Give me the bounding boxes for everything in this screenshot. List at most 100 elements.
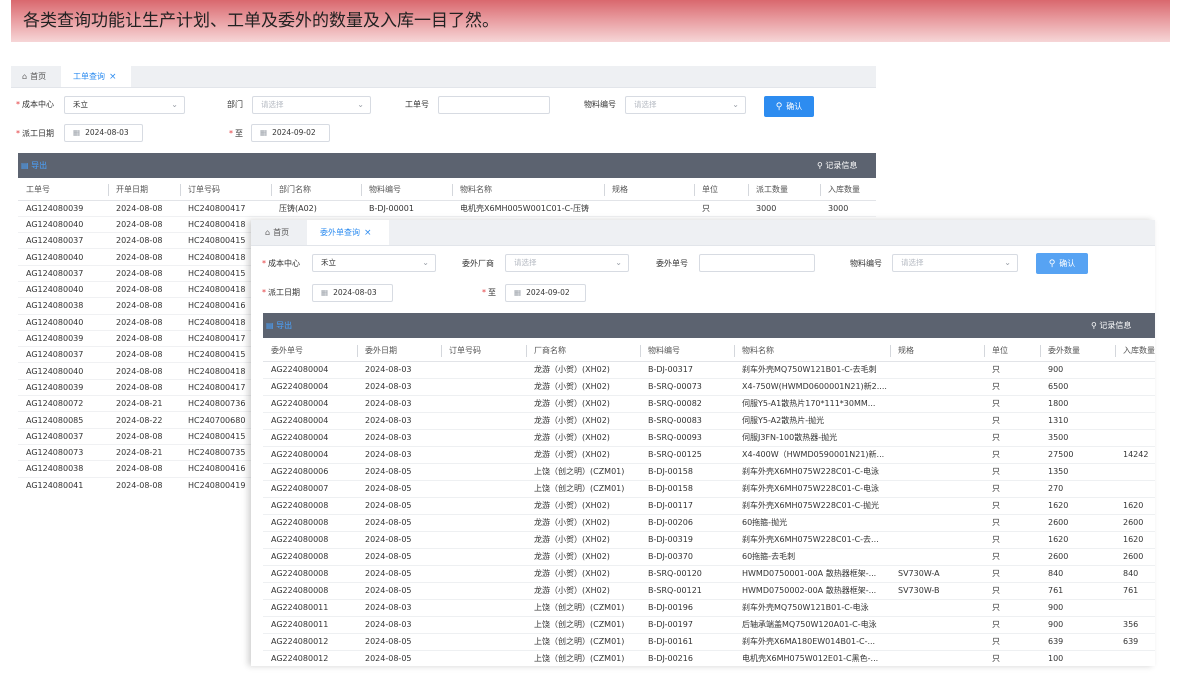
table-cell: 上饶（创之明）(CZM01) — [534, 654, 625, 663]
table-cell — [441, 480, 526, 497]
confirm-button[interactable]: ⚲ 确认 — [1036, 253, 1088, 274]
record-info-button[interactable]: ⚲ 记录信息 — [817, 153, 857, 178]
table-cell: 龙游（小贺）(XH02) — [534, 433, 610, 442]
column-header[interactable]: 入库数量 — [1115, 341, 1155, 362]
table-row[interactable]: AG224080008 2024-08-05 龙游（小贺）(XH02) B-DJ-00… — [263, 531, 1155, 548]
grid-toolbar: ▤ 导出 ⚲ 记录信息 — [263, 313, 1155, 338]
table-row[interactable]: AG224080012 2024-08-05 上饶（创之明）(CZM01) B-DJ-… — [263, 633, 1155, 650]
table-row[interactable]: AG224080011 2024-08-03 上饶（创之明）(CZM01) B-DJ-… — [263, 616, 1155, 633]
cost-center-select[interactable]: 禾立 ⌄ — [312, 254, 436, 272]
table-cell: 龙游（小贺）(XH02) — [534, 365, 610, 374]
table-cell: AG224080011 — [271, 603, 329, 612]
tab-outsource-order-query[interactable]: 委外单查询 × — [307, 220, 389, 245]
table-row[interactable]: AG224080004 2024-08-03 龙游（小贺）(XH02) B-SRQ-0… — [263, 446, 1155, 463]
table-row[interactable]: AG124080039 2024-08-08 HC240800417 压铸(A02) B… — [18, 200, 876, 217]
tab-home[interactable]: ⌂ 首页 — [17, 66, 63, 87]
table-cell: 2024-08-05 — [365, 535, 412, 544]
table-cell: 伺服J3FN-100散热器-抛光 — [742, 433, 838, 442]
material-select[interactable]: 请选择 ⌄ — [625, 96, 746, 114]
date-to-input[interactable]: ▦ 2024-09-02 — [251, 124, 330, 142]
column-header[interactable]: 工单号 — [18, 180, 108, 201]
table-row[interactable]: AG224080008 2024-08-05 龙游（小贺）(XH02) B-DJ-00… — [263, 497, 1155, 514]
column-header[interactable]: 规格 — [890, 341, 984, 362]
column-header[interactable]: 入库数量 — [820, 180, 876, 201]
column-header[interactable]: 物料名称 — [452, 180, 604, 201]
column-header[interactable]: 委外数量 — [1040, 341, 1115, 362]
outsource-order-no-input[interactable] — [699, 254, 815, 272]
export-button[interactable]: ▤ 导出 — [266, 313, 292, 338]
column-header[interactable]: 规格 — [604, 180, 694, 201]
table-cell: 1620 — [1048, 535, 1069, 544]
tab-home[interactable]: ⌂ 首页 — [257, 220, 307, 245]
table-cell — [1115, 361, 1155, 378]
record-info-button[interactable]: ⚲ 记录信息 — [1091, 313, 1131, 338]
table-cell: AG224080008 — [271, 501, 329, 510]
table-row[interactable]: AG224080008 2024-08-05 龙游（小贺）(XH02) B-DJ-00… — [263, 548, 1155, 565]
table-row[interactable]: AG224080004 2024-08-03 龙游（小贺）(XH02) B-SRQ-0… — [263, 378, 1155, 395]
table-cell: AG224080008 — [271, 535, 329, 544]
table-cell: AG124080073 — [26, 448, 84, 458]
outsource-order-table: 委外单号 委外日期 订单号码 厂商名称 物料编号 物料名称 规格 单位 委外数量 入库数量 AG2… — [263, 341, 1155, 666]
calendar-icon: ▦ — [321, 288, 329, 297]
confirm-button[interactable]: ⚲ 确认 — [764, 96, 814, 117]
table-cell: 270 — [1048, 484, 1064, 493]
table-row[interactable]: AG224080008 2024-08-05 龙游（小贺）(XH02) B-DJ-00… — [263, 514, 1155, 531]
material-select[interactable]: 请选择 ⌄ — [892, 254, 1018, 272]
table-row[interactable]: AG224080011 2024-08-03 上饶（创之明）(CZM01) B-DJ-… — [263, 599, 1155, 616]
table-cell: 2024-08-08 — [116, 382, 163, 392]
table-cell — [441, 599, 526, 616]
table-cell: 2600 — [1123, 552, 1144, 561]
table-cell — [890, 395, 984, 412]
table-cell: 刹车外壳X6MA180EW014B01-C-... — [742, 637, 876, 646]
table-cell: 压铸(A02) — [279, 203, 317, 213]
cost-center-select[interactable]: 禾立 ⌄ — [64, 96, 185, 114]
column-header[interactable]: 开单日期 — [108, 180, 180, 201]
column-header[interactable]: 厂商名称 — [526, 341, 640, 362]
table-row[interactable]: AG224080007 2024-08-05 上饶（创之明）(CZM01) B-DJ-… — [263, 480, 1155, 497]
column-header[interactable]: 委外单号 — [263, 341, 357, 362]
table-row[interactable]: AG224080006 2024-08-05 上饶（创之明）(CZM01) B-DJ-… — [263, 463, 1155, 480]
column-header[interactable]: 物料编号 — [640, 341, 734, 362]
table-cell — [1115, 463, 1155, 480]
table-cell: 刹车外壳X6MH075W228C01-C-去... — [742, 535, 879, 544]
column-header[interactable]: 订单号码 — [441, 341, 526, 362]
table-cell: 后轴承端盖MQ750W120A01-C-电泳 — [742, 620, 877, 629]
table-row[interactable]: AG224080008 2024-08-05 龙游（小贺）(XH02) B-SRQ-0… — [263, 582, 1155, 599]
column-header[interactable]: 委外日期 — [357, 341, 441, 362]
table-cell: 2024-08-08 — [116, 285, 163, 295]
table-cell — [441, 429, 526, 446]
close-icon[interactable]: × — [364, 228, 372, 238]
table-row[interactable]: AG224080004 2024-08-03 龙游（小贺）(XH02) B-SRQ-0… — [263, 395, 1155, 412]
dept-select[interactable]: 请选择 ⌄ — [252, 96, 371, 114]
column-header[interactable]: 单位 — [984, 341, 1040, 362]
table-cell: 2024-08-08 — [116, 334, 163, 344]
table-cell: 只 — [992, 484, 1000, 493]
date-from-input[interactable]: ▦ 2024-08-03 — [64, 124, 143, 142]
tab-work-order-query[interactable]: 工单查询 × — [61, 66, 131, 87]
table-row[interactable]: AG224080012 2024-08-05 上饶（创之明）(CZM01) B-DJ-… — [263, 650, 1155, 666]
order-no-label: 工单号 — [405, 100, 429, 109]
table-cell: B-DJ-00197 — [648, 620, 693, 629]
table-row[interactable]: AG224080008 2024-08-05 龙游（小贺）(XH02) B-SRQ-0… — [263, 565, 1155, 582]
table-cell: B-DJ-00319 — [648, 535, 693, 544]
table-row[interactable]: AG224080004 2024-08-03 龙游（小贺）(XH02) B-SRQ-0… — [263, 412, 1155, 429]
order-no-input[interactable] — [438, 96, 550, 114]
column-header[interactable]: 物料名称 — [734, 341, 890, 362]
table-cell: AG124080041 — [26, 480, 84, 490]
table-cell: 2024-08-05 — [365, 569, 412, 578]
table-row[interactable]: AG224080004 2024-08-03 龙游（小贺）(XH02) B-DJ-00… — [263, 361, 1155, 378]
table-row[interactable]: AG224080004 2024-08-03 龙游（小贺）(XH02) B-SRQ-0… — [263, 429, 1155, 446]
export-button[interactable]: ▤ 导出 — [21, 153, 47, 178]
column-header[interactable]: 部门名称 — [271, 180, 361, 201]
vendor-select[interactable]: 请选择 ⌄ — [505, 254, 629, 272]
table-cell: 只 — [992, 569, 1000, 578]
date-from-input[interactable]: ▦ 2024-08-03 — [312, 284, 393, 302]
table-cell — [890, 446, 984, 463]
column-header[interactable]: 派工数量 — [748, 180, 820, 201]
column-header[interactable]: 单位 — [694, 180, 748, 201]
close-icon[interactable]: × — [109, 72, 117, 82]
column-header[interactable]: 物料编号 — [361, 180, 452, 201]
date-to-input[interactable]: ▦ 2024-09-02 — [505, 284, 586, 302]
date-label: * 派工日期 — [262, 288, 300, 297]
column-header[interactable]: 订单号码 — [180, 180, 271, 201]
